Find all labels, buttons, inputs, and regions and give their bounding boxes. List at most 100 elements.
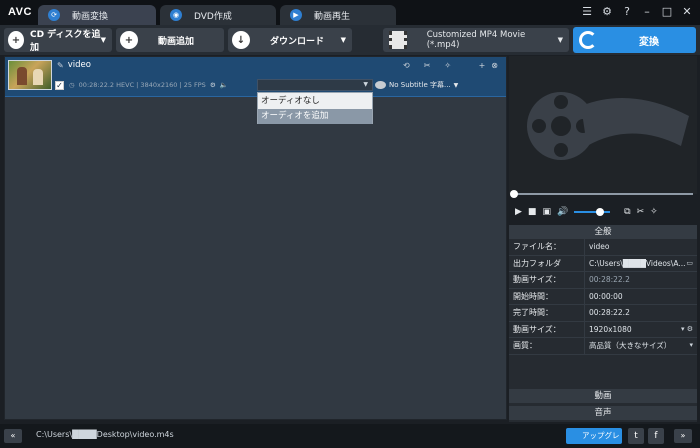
prop-row-filename: ファイル名： video [509,239,697,256]
facebook-icon[interactable]: f [648,428,664,444]
add-icon[interactable]: + [479,61,486,70]
gear-icon[interactable]: ▾ ⚙ [681,325,693,333]
download-label: ダウンロード [270,36,325,47]
volume-icon[interactable]: 🔊 [557,207,568,217]
prop-row-duration: 動画サイズ： 00:28:22.2 [509,272,697,289]
list-icon[interactable]: ☰ [580,5,594,18]
globe-download-icon: ↓ [232,31,250,49]
add-video-button[interactable]: + 動画追加 [116,28,224,52]
tab-play[interactable]: ▶ 動画再生 [280,5,396,25]
audio-dropdown-menu: オーディオなし オーディオを追加 [257,92,373,124]
remove-icon[interactable]: ⊗ [491,61,498,70]
convert-label: 変換 [639,36,659,48]
disc-icon: ◉ [170,9,182,21]
app-logo: AVC [8,6,32,18]
audio-track-select[interactable]: ▼ [257,79,373,91]
add-video-label: 動画追加 [158,36,195,47]
convert-icon [579,31,597,49]
file-list: ✎ video ⟲ ✂ ✧ + ⊗ ✓ ◷ 00:28:22.2 HEVC | … [4,56,507,420]
expand-right-icon[interactable]: » [674,429,692,443]
gear-icon[interactable]: ⚙ [600,5,614,18]
volume-slider[interactable] [574,208,611,216]
tab-dvd-label: DVD作成 [194,11,232,22]
film-add-icon: + [120,31,138,49]
refresh-icon[interactable]: ⟲ [403,61,410,70]
row-tools: ⟲ ✂ ✧ [403,61,451,70]
magic-icon[interactable]: ✧ [444,61,451,70]
tab-dvd[interactable]: ◉ DVD作成 [160,5,276,25]
play-icon[interactable]: ▶ [515,207,522,217]
collapse-left-icon[interactable]: « [4,429,22,443]
subtitle-value: No Subtitle 字幕... [389,81,451,89]
folder-icon[interactable]: ▭ [686,259,693,267]
status-bar: « C:\Users\████Desktop\video.m4s アップグレ t… [0,424,700,448]
title-bar: AVC ⟳ 動画変換 ◉ DVD作成 ▶ 動画再生 ☰ ⚙ ? – □ ✕ [0,0,700,25]
tab-play-label: 動画再生 [314,11,351,22]
add-cd-label: CD ディスクを追加 [29,30,101,53]
prop-row-end-time: 完了時間： 00:28:22.2 [509,305,697,322]
twitter-icon[interactable]: t [628,428,644,444]
prop-row-video-size: 動画サイズ： 1920x1080 ▾ ⚙ [509,321,697,338]
subtitle-select[interactable]: No Subtitle 字幕... ▼ [375,79,470,91]
volume-handle[interactable] [596,208,605,216]
film-icon [389,31,407,49]
properties-panel: 全般 ファイル名： video 出力フォルダ C:\Users\████Vide… [509,225,697,422]
video-section-header[interactable]: 動画 [509,389,697,403]
menu-item-no-audio[interactable]: オーディオなし [258,94,372,109]
player-controls: ▶ ■ ▣ 🔊 ⧉ ✂ ✧ [509,202,697,222]
settings-icon[interactable]: ⚙ [210,81,216,89]
download-button[interactable]: ↓ ダウンロード ▼ [228,28,352,52]
file-checkbox[interactable]: ✓ [55,81,64,90]
output-format-select[interactable]: Customized MP4 Movie (*.mp4) ▼ [383,28,569,52]
minimize-icon[interactable]: – [640,5,654,18]
video-preview [509,56,697,194]
output-format-value: Customized MP4 Movie (*.mp4) [426,30,526,50]
tab-convert-label: 動画変換 [72,11,109,22]
help-icon[interactable]: ? [620,5,634,18]
snapshot-icon[interactable]: ▣ [542,207,551,217]
magic-icon[interactable]: ✧ [650,207,658,217]
file-name-text: video [67,60,91,70]
film-reel-placeholder [527,92,689,160]
speaker-icon: 🔈 [219,81,228,89]
maximize-icon[interactable]: □ [660,5,674,18]
file-meta: ◷ 00:28:22.2 HEVC | 3840x2160 | 25 FPS ⚙… [69,81,228,89]
chevron-down-icon[interactable]: ▼ [341,36,346,44]
stop-icon[interactable]: ■ [528,207,537,217]
add-cd-button[interactable]: + CD ディスクを追加 ▼ [4,28,112,53]
prop-row-start-time: 開始時間： 00:00:00 [509,288,697,305]
toolbar: + CD ディスクを追加 ▼ + 動画追加 ↓ ダウンロード ▼ Customi… [0,25,700,55]
play-icon: ▶ [290,9,302,21]
clock-icon: ◷ [69,81,75,89]
file-meta-text: 00:28:22.2 HEVC | 3840x2160 | 25 FPS [78,81,206,89]
edit-icon[interactable]: ✎ [57,61,64,70]
audio-section-header[interactable]: 音声 [509,406,697,420]
file-name[interactable]: ✎ video [57,60,91,70]
window-controls: ☰ ⚙ ? – □ ✕ [580,5,694,18]
seek-handle[interactable] [510,190,518,198]
subtitle-icon [375,81,386,89]
copy-icon[interactable]: ⧉ [624,207,630,217]
prop-row-output-folder: 出力フォルダ C:\Users\████Videos\A... ▭ [509,255,697,272]
row-actions: + ⊗ [479,61,498,70]
upgrade-button[interactable]: アップグレ [566,428,622,444]
chevron-down-icon: ▼ [363,81,368,88]
menu-item-add-audio[interactable]: オーディオを追加 [258,109,372,124]
close-icon[interactable]: ✕ [680,5,694,18]
output-path: C:\Users\████Desktop\video.m4s [36,430,174,439]
chevron-down-icon: ▼ [453,81,459,89]
convert-icon: ⟳ [48,9,60,21]
general-header[interactable]: 全般 [509,225,697,239]
chevron-down-icon[interactable]: ▼ [101,36,106,44]
tab-convert[interactable]: ⟳ 動画変換 [38,5,156,25]
file-row[interactable]: ✎ video ⟲ ✂ ✧ + ⊗ ✓ ◷ 00:28:22.2 HEVC | … [5,57,506,97]
disc-add-icon: + [8,31,24,49]
convert-button[interactable]: 変換 [573,27,696,53]
trim-icon[interactable]: ✂ [424,61,431,70]
trim-icon[interactable]: ✂ [637,207,645,217]
video-thumbnail[interactable] [8,60,52,90]
seek-bar[interactable] [509,190,697,198]
prop-row-quality: 画質： 高品質（大きなサイズ） ▾ [509,338,697,355]
chevron-down-icon: ▼ [557,36,563,44]
chevron-down-icon[interactable]: ▾ [689,341,693,349]
